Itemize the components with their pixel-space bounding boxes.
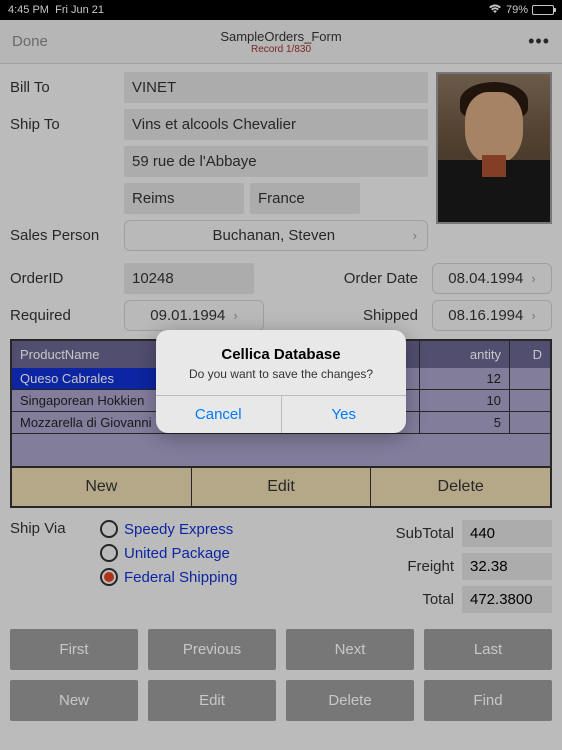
save-alert: Cellica Database Do you want to save the…	[156, 330, 406, 433]
alert-message: Do you want to save the changes?	[168, 367, 394, 381]
alert-cancel-button[interactable]: Cancel	[156, 396, 282, 433]
alert-yes-button[interactable]: Yes	[282, 396, 407, 433]
alert-title: Cellica Database	[168, 346, 394, 363]
modal-overlay: Cellica Database Do you want to save the…	[0, 0, 562, 750]
